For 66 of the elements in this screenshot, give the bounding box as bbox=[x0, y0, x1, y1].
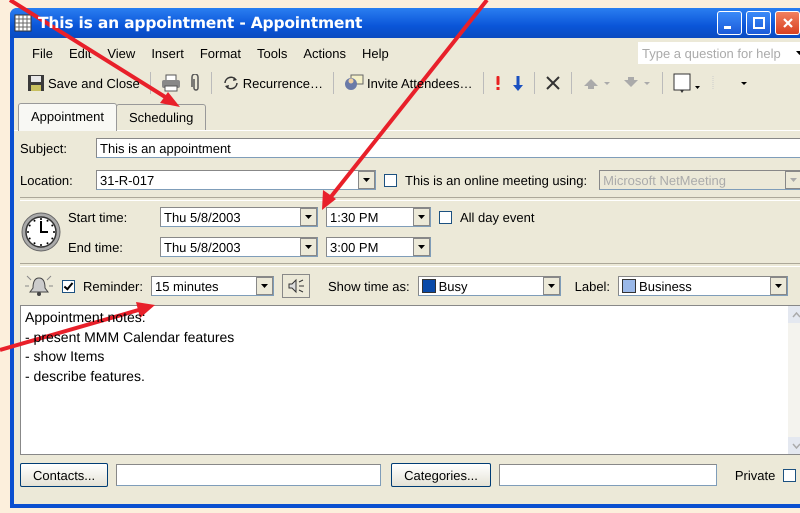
dropdown-button[interactable] bbox=[300, 238, 317, 256]
field-label: End time: bbox=[68, 240, 124, 254]
close-icon bbox=[782, 17, 794, 29]
minimize-icon bbox=[724, 26, 731, 28]
toolbar-button[interactable]: Save and Close bbox=[24, 72, 143, 94]
clock-icon bbox=[20, 211, 62, 253]
tab[interactable]: Appointment bbox=[18, 103, 117, 131]
help-search-field[interactable]: Type a question for help bbox=[638, 42, 800, 64]
time-field[interactable]: 1:30 PM bbox=[326, 207, 431, 227]
people-card-icon bbox=[344, 74, 364, 92]
bell-icon bbox=[24, 273, 54, 299]
reminder-field[interactable]: 15 minutes bbox=[150, 276, 274, 296]
notes-line: - show Items bbox=[25, 347, 106, 366]
field-label: Private bbox=[734, 468, 776, 482]
contacts-field[interactable] bbox=[116, 464, 382, 486]
field-label: Label: bbox=[574, 278, 610, 294]
dropdown-button[interactable] bbox=[770, 277, 788, 295]
dropdown-button[interactable] bbox=[542, 277, 560, 295]
menu-item[interactable]: Help bbox=[354, 46, 397, 60]
scroll-up-icon bbox=[792, 312, 800, 318]
menu-item[interactable]: File bbox=[24, 46, 61, 60]
menu-item[interactable]: Insert bbox=[143, 46, 192, 60]
categories-field[interactable] bbox=[498, 464, 717, 486]
categories-button[interactable]: Categories... bbox=[391, 463, 491, 487]
dropdown-button[interactable] bbox=[413, 208, 430, 226]
maximize-icon bbox=[752, 17, 764, 29]
date-field[interactable]: Thu 5/8/2003 bbox=[160, 207, 318, 227]
field-label: All day event bbox=[460, 210, 534, 224]
menu-item[interactable]: Actions bbox=[295, 46, 354, 60]
notes-line: - describe features. bbox=[25, 366, 146, 386]
date-field[interactable]: Thu 5/8/2003 bbox=[160, 237, 318, 257]
dropdown-button[interactable] bbox=[413, 238, 430, 256]
maximize-button[interactable] bbox=[746, 11, 771, 35]
time-field[interactable]: 3:00 PM bbox=[326, 237, 431, 257]
field-label: Subject: bbox=[20, 140, 68, 156]
checkbox[interactable] bbox=[439, 210, 452, 224]
field-label: Location: bbox=[20, 172, 74, 188]
tab[interactable]: Scheduling bbox=[116, 104, 206, 130]
toolbar-button[interactable]: Recurrence… bbox=[218, 72, 326, 94]
field-label: Show time as: bbox=[328, 278, 410, 294]
business-swatch-icon bbox=[622, 279, 636, 293]
checkbox[interactable] bbox=[62, 280, 75, 292]
field-label: Reminder: bbox=[83, 278, 143, 294]
menu-item[interactable]: Format bbox=[192, 46, 249, 60]
circular-arrows-icon bbox=[222, 74, 240, 92]
menu-item[interactable]: View bbox=[99, 46, 144, 60]
scroll-down-icon bbox=[792, 442, 800, 448]
location-field[interactable]: 31-R-017 bbox=[96, 170, 376, 190]
contacts-button[interactable]: Contacts... bbox=[20, 463, 108, 487]
sound-button[interactable] bbox=[282, 274, 310, 298]
field-label: Start time: bbox=[68, 210, 128, 224]
close-button[interactable] bbox=[775, 11, 800, 35]
subject-field[interactable]: This is an appointment bbox=[96, 138, 800, 158]
show-time-as-field[interactable]: Busy bbox=[418, 276, 561, 296]
speaker-icon bbox=[286, 278, 306, 294]
scrollbar[interactable] bbox=[788, 306, 800, 454]
calendar-icon bbox=[14, 14, 32, 32]
field-label: This is an online meeting using: bbox=[405, 172, 588, 188]
dropdown-button[interactable] bbox=[256, 277, 273, 295]
minimize-button[interactable] bbox=[717, 11, 742, 35]
checkbox[interactable] bbox=[783, 468, 796, 482]
busy-swatch-icon bbox=[422, 279, 436, 293]
menu-item[interactable]: Tools bbox=[249, 46, 296, 60]
dropdown-button[interactable] bbox=[300, 208, 317, 226]
dropdown-button[interactable] bbox=[358, 171, 375, 189]
label-field[interactable]: Business bbox=[618, 276, 788, 296]
